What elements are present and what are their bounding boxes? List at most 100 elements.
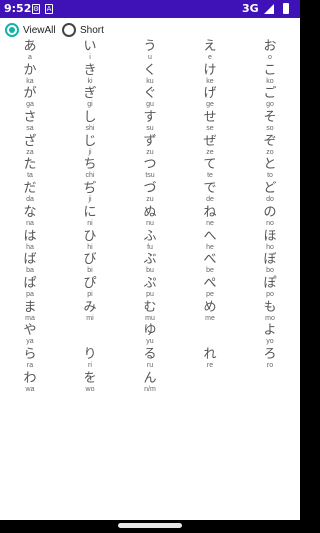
radio-short[interactable]: Short xyxy=(62,21,104,39)
kana-cell[interactable]: し shi xyxy=(70,111,110,134)
kana-cell[interactable]: ひ hi xyxy=(70,229,110,253)
kana-cell[interactable]: ぞ zo xyxy=(250,134,290,158)
kana-cell[interactable]: だ da xyxy=(10,182,50,205)
kana-cell[interactable]: ほ ho xyxy=(250,228,290,253)
radio-short-label[interactable]: Short xyxy=(80,25,104,36)
kana-cell[interactable]: ふ fu xyxy=(130,229,170,253)
kana-cell[interactable]: ぬ nu xyxy=(130,205,170,229)
kana-cell[interactable]: ぱ pa xyxy=(10,276,50,300)
kana-cell[interactable]: が ga xyxy=(10,87,50,110)
kana-character: だ xyxy=(23,181,37,197)
kana-character: べ xyxy=(203,252,217,268)
kana-cell[interactable]: そ so xyxy=(250,111,290,134)
kana-cell[interactable]: や ya xyxy=(10,324,50,347)
kana-cell[interactable]: き ki xyxy=(70,62,110,87)
kana-cell[interactable]: ぢ ji xyxy=(70,182,110,205)
kana-row: は ha ひ hi ふ fu へ he ほ ho xyxy=(0,228,300,254)
radio-viewall-label[interactable]: ViewAll xyxy=(23,25,56,36)
kana-cell[interactable]: べ be xyxy=(190,253,230,276)
kana-character: ね xyxy=(203,204,217,220)
kana-cell[interactable]: く ku xyxy=(130,63,170,87)
kana-cell[interactable]: いi xyxy=(70,40,110,63)
kana-cell[interactable]: め me xyxy=(190,300,230,324)
kana-cell[interactable]: の no xyxy=(250,205,290,229)
kana-cell[interactable]: に ni xyxy=(70,205,110,229)
kana-cell[interactable]: ご go xyxy=(250,87,290,110)
kana-cell[interactable]: ろ ro xyxy=(250,346,290,371)
kana-cell[interactable]: あa xyxy=(10,40,50,63)
kana-character: ぶ xyxy=(143,252,157,268)
romaji-label: na xyxy=(26,219,34,227)
kana-cell[interactable]: よ yo xyxy=(250,324,290,347)
kana-cell[interactable]: す su xyxy=(130,111,170,134)
kana-cell[interactable]: る ru xyxy=(130,347,170,371)
kana-cell[interactable]: れ re xyxy=(190,347,230,371)
kana-cell[interactable]: ぶ bu xyxy=(130,253,170,276)
kana-cell[interactable]: ば ba xyxy=(10,253,50,276)
kana-row: さ sa し shi す su せ se そ so xyxy=(0,111,300,135)
kana-cell[interactable]: ど do xyxy=(250,182,290,205)
kana-cell[interactable]: り ri xyxy=(70,347,110,371)
romaji-label: wo xyxy=(85,385,95,393)
kana-cell[interactable]: ゆ yu xyxy=(130,324,170,347)
kana-cell[interactable]: ぼ bo xyxy=(250,253,290,276)
kana-cell[interactable]: じ ji xyxy=(70,134,110,158)
radio-short-circle[interactable] xyxy=(62,23,76,37)
kana-cell[interactable]: び bi xyxy=(70,253,110,276)
kana-cell[interactable]: む mu xyxy=(130,300,170,324)
kana-cell[interactable]: ち chi xyxy=(70,158,110,181)
kana-cell[interactable]: さ sa xyxy=(10,111,50,134)
kana-cell[interactable]: ぴ pi xyxy=(70,275,110,300)
kana-cell[interactable]: ん n/m xyxy=(130,371,170,395)
kana-cell[interactable]: な na xyxy=(10,204,50,229)
kana-cell[interactable]: ぐ gu xyxy=(130,87,170,110)
kana-cell[interactable]: せ se xyxy=(190,111,230,134)
romaji-label: ku xyxy=(146,77,154,85)
kana-cell[interactable]: ざ za xyxy=(10,134,50,158)
radio-viewall[interactable]: ViewAll xyxy=(5,21,56,39)
kana-character: き xyxy=(83,62,97,78)
kana-character: ろ xyxy=(263,346,277,362)
kana-cell[interactable]: つ tsu xyxy=(130,158,170,181)
romaji-label: hi xyxy=(87,243,93,251)
kana-cell[interactable]: か ka xyxy=(10,63,50,87)
kana-cell[interactable]: ぺ pe xyxy=(190,276,230,300)
kana-cell[interactable]: わ wa xyxy=(10,371,50,395)
kana-cell[interactable]: おo xyxy=(250,40,290,63)
kana-cell[interactable]: づ zu xyxy=(130,182,170,205)
kana-cell[interactable]: ら ra xyxy=(10,347,50,371)
romaji-label: mo xyxy=(265,314,275,322)
kana-cell[interactable]: ぎ gi xyxy=(70,87,110,110)
kana-cell[interactable]: を wo xyxy=(70,371,110,395)
kana-cell[interactable]: ね ne xyxy=(190,204,230,229)
kana-cell[interactable]: ぷ pu xyxy=(130,276,170,300)
kana-cell[interactable]: も mo xyxy=(250,300,290,324)
kana-cell[interactable]: えe xyxy=(190,40,230,63)
kana-cell[interactable]: け ke xyxy=(190,63,230,87)
kana-cell[interactable]: み mi xyxy=(70,300,110,324)
kana-cell[interactable]: げ ge xyxy=(190,87,230,110)
kana-cell[interactable]: ぜ ze xyxy=(190,134,230,158)
kana-character: ほ xyxy=(263,228,277,244)
romaji-label: po xyxy=(266,290,274,298)
kana-cell[interactable]: は ha xyxy=(10,229,50,253)
kana-cell[interactable]: うu xyxy=(130,40,170,63)
kana-cell[interactable]: た ta xyxy=(10,158,50,181)
kana-cell[interactable]: て te xyxy=(190,158,230,181)
kana-cell[interactable]: ぽ po xyxy=(250,275,290,300)
romaji-label: ni xyxy=(87,219,93,227)
kana-character: ぴ xyxy=(83,275,97,291)
kana-cell[interactable]: で de xyxy=(190,182,230,205)
kana-cell[interactable]: と to xyxy=(250,158,290,181)
radio-viewall-circle[interactable] xyxy=(5,23,19,37)
kana-cell[interactable]: こ ko xyxy=(250,62,290,87)
romaji-label: ri xyxy=(88,361,92,369)
kana-cell[interactable]: ず zu xyxy=(130,134,170,158)
kana-row: ら ra り ri る ru れ re ろ ro xyxy=(0,346,300,372)
kana-character: な xyxy=(23,204,37,220)
kana-character: こ xyxy=(263,62,277,78)
kana-character: ぽ xyxy=(263,275,277,291)
home-gesture-pill[interactable] xyxy=(118,523,182,528)
kana-cell[interactable]: ま ma xyxy=(10,300,50,324)
kana-cell[interactable]: へ he xyxy=(190,229,230,253)
